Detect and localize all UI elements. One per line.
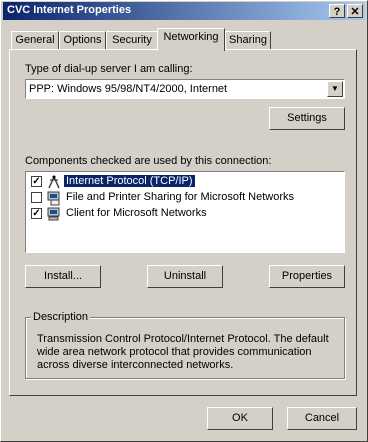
networking-panel: [9, 49, 357, 396]
window-title: CVC Internet Properties: [7, 4, 132, 16]
title-bar[interactable]: CVC Internet Properties ? ✕: [3, 2, 365, 20]
tab-options[interactable]: Options: [59, 31, 106, 49]
ok-button[interactable]: OK: [207, 407, 273, 430]
tab-general[interactable]: General: [11, 31, 59, 49]
tab-security[interactable]: Security: [106, 31, 158, 49]
properties-dialog: CVC Internet Properties ? ✕ General Opti…: [0, 0, 368, 442]
help-button[interactable]: ?: [329, 4, 345, 18]
tab-networking[interactable]: Networking: [157, 28, 225, 51]
cancel-button[interactable]: Cancel: [287, 407, 357, 430]
tab-sharing[interactable]: Sharing: [225, 31, 271, 49]
close-button[interactable]: ✕: [347, 4, 363, 18]
